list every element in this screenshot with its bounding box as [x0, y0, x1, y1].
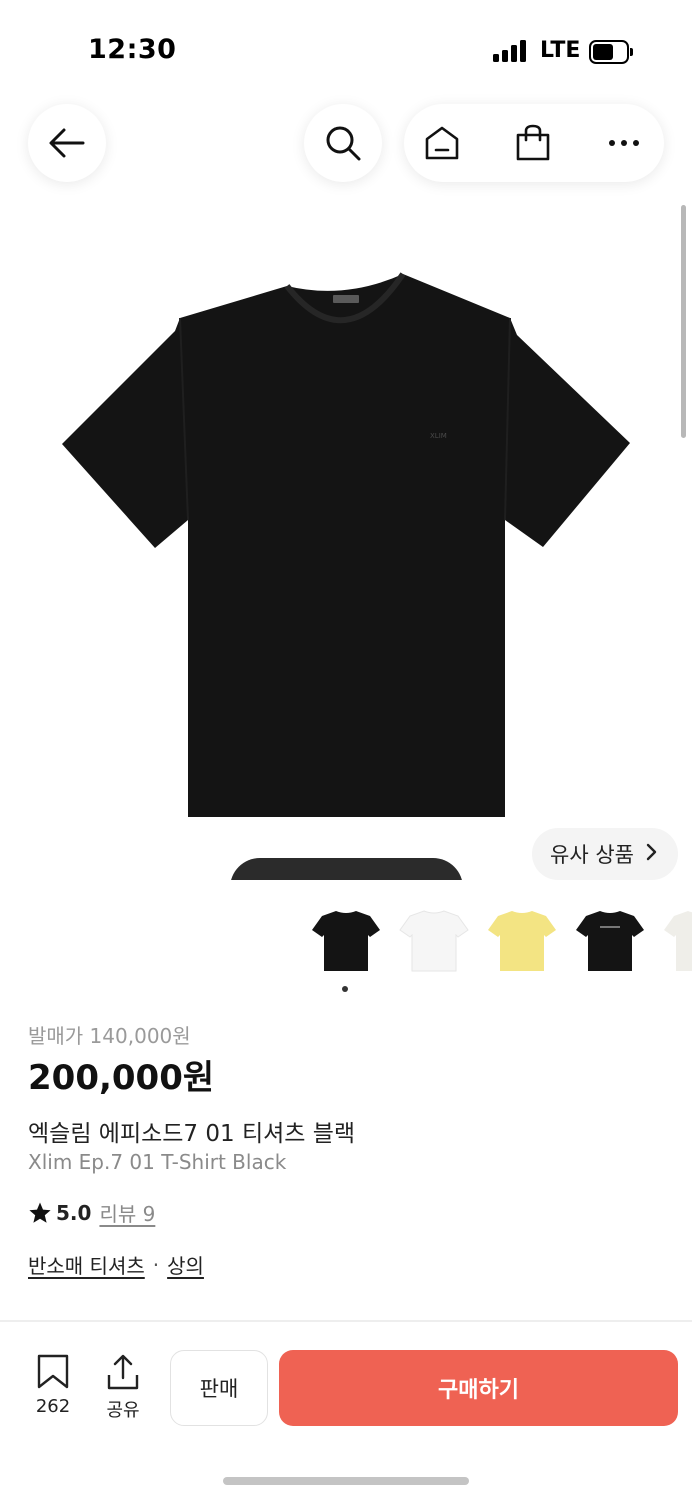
review-link[interactable]: 리뷰 9: [99, 1198, 155, 1227]
arrow-left-icon: [49, 128, 85, 158]
sell-button[interactable]: 판매: [170, 1350, 268, 1426]
chevron-right-icon: [646, 842, 658, 866]
bookmark-count: 262: [35, 1396, 71, 1417]
similar-products-button[interactable]: 유사 상품: [532, 828, 678, 880]
thumbnail-black[interactable]: [308, 898, 384, 982]
star-icon: [29, 1202, 51, 1223]
product-name-ko: 엑슬림 에피소드7 01 티셔츠 블랙: [28, 1121, 356, 1147]
t-shirt-image: XLIM: [62, 272, 630, 817]
scrollbar[interactable]: [681, 205, 686, 438]
battery-icon: [589, 40, 633, 64]
thumbnail-strip: [0, 898, 692, 982]
signal-icon: [493, 40, 529, 62]
back-button[interactable]: [28, 104, 106, 182]
search-icon: [326, 126, 361, 161]
similar-products-label: 유사 상품: [550, 843, 634, 867]
rating-value: 5.0: [56, 1200, 92, 1225]
share-label: 공유: [106, 1400, 140, 1421]
status-bar: 12:30 LTE: [0, 0, 692, 100]
parent-category-link[interactable]: 상의: [167, 1250, 204, 1279]
bookmark-icon: [37, 1354, 69, 1389]
home-icon: [425, 126, 459, 160]
network-label: LTE: [540, 38, 581, 63]
thumbnail-black-print[interactable]: [572, 898, 648, 982]
product-image[interactable]: XLIM: [0, 200, 692, 880]
more-horizontal-icon: [609, 140, 639, 146]
category-link[interactable]: 반소매 티셔츠: [28, 1250, 145, 1279]
home-indicator: [223, 1477, 469, 1485]
product-name-en: Xlim Ep.7 01 T-Shirt Black: [28, 1150, 287, 1174]
current-price: 200,000원: [28, 1058, 215, 1098]
status-time: 12:30: [88, 34, 177, 65]
search-button[interactable]: [304, 104, 382, 182]
thumbnail-yellow[interactable]: [484, 898, 560, 982]
category-separator: ·: [152, 1252, 160, 1277]
logo-text: XLIM: [430, 432, 447, 440]
category-breadcrumb: 반소매 티셔츠 · 상의: [28, 1250, 204, 1279]
home-button[interactable]: [422, 123, 462, 163]
release-price: 발매가 140,000원: [28, 1024, 191, 1048]
cart-button[interactable]: [513, 123, 553, 163]
share-icon: [107, 1354, 139, 1390]
bookmark-button[interactable]: 262: [26, 1354, 80, 1424]
nav-action-group: [404, 104, 664, 182]
thumbnail-white[interactable]: [396, 898, 472, 982]
bottom-divider: [0, 1320, 692, 1322]
rating-row: 5.0 리뷰 9: [28, 1198, 155, 1227]
carousel-indicator: [342, 986, 348, 992]
thumbnail-cream[interactable]: [660, 898, 692, 982]
share-button[interactable]: 공유: [96, 1354, 150, 1424]
more-button[interactable]: [604, 123, 644, 163]
shopping-bag-icon: [516, 124, 550, 161]
buy-button[interactable]: 구매하기: [279, 1350, 678, 1426]
